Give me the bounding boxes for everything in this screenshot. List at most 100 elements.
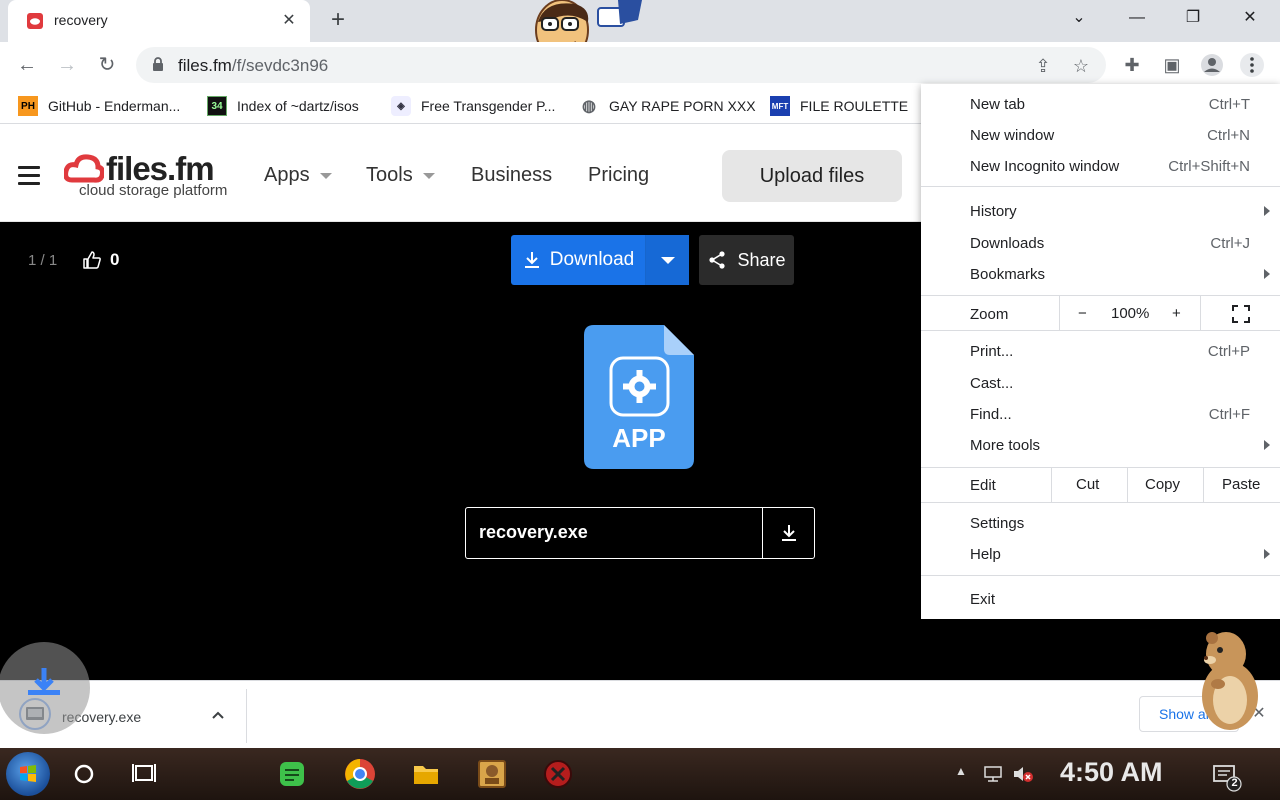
menu-label: Settings <box>970 515 1025 532</box>
menu-history[interactable]: History <box>921 197 1280 227</box>
maximize-button[interactable]: ❐ <box>1165 0 1221 38</box>
app-file-icon: APP <box>584 325 694 469</box>
menu-help[interactable]: Help <box>921 540 1280 570</box>
files-fm-logo[interactable]: files.fm cloud storage platform <box>64 150 239 202</box>
menu-label: Edit <box>970 477 996 494</box>
game-app-icon[interactable] <box>472 754 512 794</box>
minimize-button[interactable]: — <box>1109 0 1165 38</box>
spotify-notes-icon[interactable] <box>272 754 312 794</box>
menu-more-tools[interactable]: More tools <box>921 431 1280 461</box>
start-button[interactable] <box>6 752 50 796</box>
tab-title: recovery <box>54 12 108 28</box>
hamburger-menu-icon[interactable] <box>18 166 40 185</box>
upload-files-button[interactable]: Upload files <box>722 150 902 202</box>
download-arrow-icon <box>781 525 796 541</box>
tab-search-button[interactable]: ⌄ <box>1051 0 1107 38</box>
bookmark-label: Index of ~dartz/isos <box>237 98 359 114</box>
ph-logo-icon: PH <box>18 96 38 116</box>
menu-new-window[interactable]: New window Ctrl+N <box>921 121 1280 151</box>
volume-muted-icon[interactable] <box>1012 764 1034 784</box>
zoom-out-button[interactable]: − <box>1078 305 1087 322</box>
bookmark-gay-rape[interactable]: ◍ GAY RAPE PORN XXX <box>579 96 756 116</box>
menu-find[interactable]: Find... Ctrl+F <box>921 400 1280 430</box>
nav-business[interactable]: Business <box>471 164 552 187</box>
menu-zoom: Zoom <box>921 300 1280 330</box>
share-page-icon[interactable]: ⇪ <box>1032 55 1054 77</box>
download-button[interactable]: Download <box>511 235 645 285</box>
menu-new-tab[interactable]: New tab Ctrl+T <box>921 90 1280 120</box>
menu-new-incognito[interactable]: New Incognito window Ctrl+Shift+N <box>921 152 1280 182</box>
kebab-menu-icon[interactable] <box>1240 53 1264 77</box>
browser-tab[interactable]: recovery ✕ <box>8 0 310 42</box>
cut-button[interactable]: Cut <box>1076 476 1099 493</box>
chrome-icon[interactable] <box>340 754 380 794</box>
cortana-icon[interactable] <box>64 754 104 794</box>
menu-separator <box>921 502 1280 503</box>
bookmark-index-dartz[interactable]: 34 Index of ~dartz/isos <box>207 96 359 116</box>
file-explorer-icon[interactable] <box>406 754 446 794</box>
nav-tools[interactable]: Tools <box>366 164 435 187</box>
back-button[interactable]: ← <box>12 50 42 80</box>
network-icon[interactable] <box>982 764 1004 784</box>
windows-logo-icon <box>20 765 36 782</box>
url-host: files.fm <box>178 56 232 75</box>
download-animation-circle <box>0 642 90 734</box>
menu-bookmarks[interactable]: Bookmarks <box>921 260 1280 290</box>
menu-separator <box>921 295 1280 296</box>
nav-pricing[interactable]: Pricing <box>588 164 649 187</box>
profile-avatar-icon[interactable] <box>1200 53 1224 77</box>
menu-cast[interactable]: Cast... <box>921 369 1280 399</box>
menu-separator <box>921 330 1280 331</box>
chrome-main-menu: New tab Ctrl+T New window Ctrl+N New Incog… <box>921 84 1280 619</box>
menu-downloads[interactable]: Downloads Ctrl+J <box>921 229 1280 259</box>
paste-button[interactable]: Paste <box>1222 476 1260 493</box>
submenu-arrow-icon <box>1264 206 1270 216</box>
bookmark-github[interactable]: PH GitHub - Enderman... <box>18 96 180 116</box>
new-tab-button[interactable]: + <box>324 7 352 35</box>
bookmark-free-transgender[interactable]: ◈ Free Transgender P... <box>391 96 555 116</box>
download-options-dropdown[interactable] <box>645 235 689 285</box>
menu-label: Downloads <box>970 235 1045 252</box>
extensions-puzzle-icon[interactable]: ✚ <box>1120 53 1144 77</box>
submenu-arrow-icon <box>1264 440 1270 450</box>
menu-shortcut: Ctrl+P <box>1207 343 1250 360</box>
file-download-button[interactable] <box>762 508 814 558</box>
tab-strip: recovery ✕ + ⌄ — ❐ ✕ <box>0 0 1280 60</box>
like-button[interactable]: 0 <box>82 250 119 270</box>
copy-button[interactable]: Copy <box>1145 476 1180 493</box>
task-view-icon[interactable] <box>124 754 164 794</box>
share-button[interactable]: Share <box>699 235 794 285</box>
download-button-group: Download <box>511 235 689 285</box>
menu-separator <box>921 467 1280 468</box>
address-bar[interactable]: files.fm/f/sevdc3n96 ⇪ ☆ <box>136 47 1106 83</box>
menu-print[interactable]: Print... Ctrl+P <box>921 337 1280 367</box>
menu-separator <box>921 186 1280 187</box>
nav-tools-label: Tools <box>366 164 413 186</box>
menu-label: Exit <box>970 591 996 608</box>
bookmark-file-roulette[interactable]: MFT FILE ROULETTE <box>770 96 908 116</box>
action-center-button[interactable]: 2 <box>1212 762 1246 792</box>
red-x-app-icon[interactable] <box>538 754 578 794</box>
nav-apps[interactable]: Apps <box>264 164 332 187</box>
file-name: recovery.exe <box>479 522 588 542</box>
menu-label: Print... <box>970 343 1014 360</box>
bookmark-star-icon[interactable]: ☆ <box>1070 55 1092 77</box>
menu-separator <box>1127 468 1128 502</box>
close-window-button[interactable]: ✕ <box>1222 0 1278 38</box>
tab-close-icon[interactable]: ✕ <box>278 10 300 32</box>
fullscreen-icon[interactable] <box>1232 305 1250 323</box>
menu-shortcut: Ctrl+N <box>1207 127 1250 144</box>
show-hidden-icons-chevron[interactable]: ▲ <box>955 764 977 784</box>
side-panel-icon[interactable]: ▣ <box>1160 53 1184 77</box>
menu-settings[interactable]: Settings <box>921 509 1280 539</box>
thumbs-up-icon <box>83 251 101 269</box>
menu-label: Cast... <box>970 375 1014 392</box>
chevron-up-icon[interactable] <box>208 705 228 725</box>
browser-toolbar: ← → ↻ files.fm/f/sevdc3n96 ⇪ ☆ ✚ ▣ <box>0 42 1280 88</box>
download-arrow-icon <box>524 252 539 268</box>
forward-button[interactable]: → <box>52 50 82 80</box>
taskbar-clock[interactable]: 4:50 AM <box>1060 757 1163 788</box>
reload-button[interactable]: ↻ <box>92 50 122 80</box>
menu-exit[interactable]: Exit <box>921 585 1280 615</box>
zoom-in-button[interactable]: + <box>1172 305 1181 322</box>
